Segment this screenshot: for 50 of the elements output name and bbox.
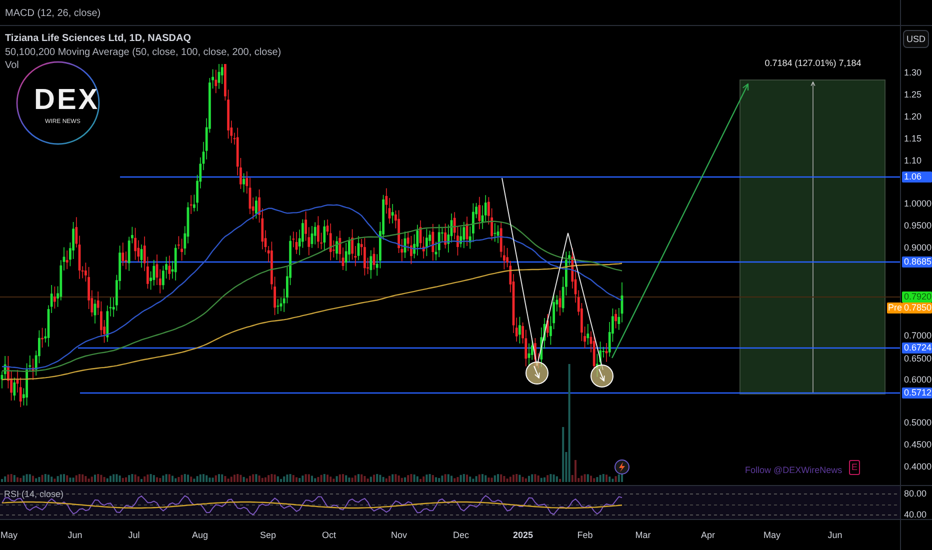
time-axis-label: Nov — [391, 531, 407, 540]
time-axis-label: May — [0, 531, 18, 540]
price-axis-label: 0.9500 — [904, 222, 932, 230]
price-axis-label: 1.20 — [904, 112, 922, 122]
time-axis-label: Jun — [68, 531, 82, 540]
symbol-title: Tiziana Life Sciences Ltd, 1D, NASDAQ — [5, 34, 191, 44]
price-axis-label: 0.5000 — [904, 418, 932, 428]
price-axis-label: 0.6500 — [904, 354, 932, 364]
indicator-label: Vol — [5, 61, 19, 71]
time-axis-label: May — [764, 531, 780, 540]
time-axis-label: Sep — [260, 531, 276, 540]
price-axis-label: 1.15 — [904, 134, 922, 144]
price-axis-label: 1.10 — [904, 156, 922, 166]
earnings-badge: E — [849, 460, 860, 475]
circle-marker-drawing — [590, 364, 614, 388]
rsi-axis-label: 40.00 — [904, 510, 927, 520]
time-axis-label: Mar — [635, 531, 651, 540]
time-axis-label: Feb — [577, 531, 593, 540]
price-tag: 0.8685 — [902, 256, 932, 268]
time-axis-label: Apr — [701, 531, 715, 540]
time-axis-label: Jul — [128, 531, 140, 540]
circle-marker-drawing — [526, 362, 548, 384]
follow-note: Follow @DEXWireNews — [745, 466, 842, 475]
price-tag: 0.6724 — [902, 342, 932, 354]
pane-title: MACD (12, 26, close) — [5, 9, 101, 19]
price-axis-label: 0.4000 — [904, 462, 932, 472]
time-axis-label: Dec — [453, 531, 469, 540]
projection-label: 0.7184 (127.01%) 7,184 — [764, 59, 862, 68]
price-axis-label: 0.6000 — [904, 376, 932, 384]
indicator-label: 50,100,200 Moving Average (50, close, 100, close, 200, close) — [5, 48, 282, 58]
price-tag: 1.06 — [902, 172, 932, 182]
price-tag: 0.5712 — [902, 388, 932, 398]
price-tag: 0.7920 — [902, 292, 932, 302]
time-axis-label: Jun — [828, 531, 842, 540]
pre-market-tag: Pre — [887, 302, 902, 314]
price-axis-label: 0.7000 — [904, 332, 932, 340]
logo-text: DEX — [34, 86, 100, 115]
currency-button[interactable]: USD — [903, 30, 929, 48]
time-axis-label: Aug — [192, 531, 208, 540]
pane-title: RSI (14, close) — [4, 490, 64, 499]
price-axis-label: 1.25 — [904, 90, 922, 100]
time-axis-label: Oct — [322, 531, 336, 540]
time-axis-label: 2025 — [512, 531, 534, 540]
lightning-icon[interactable] — [614, 460, 630, 474]
price-axis-label: 1.30 — [904, 68, 922, 78]
rsi-axis-label: 80.00 — [904, 490, 927, 498]
price-axis-label: 0.4500 — [904, 440, 932, 450]
price-axis-label: 1.0000 — [904, 200, 932, 208]
price-axis-label: 0.9000 — [904, 244, 932, 252]
price-tag: 0.7850 — [902, 302, 932, 314]
